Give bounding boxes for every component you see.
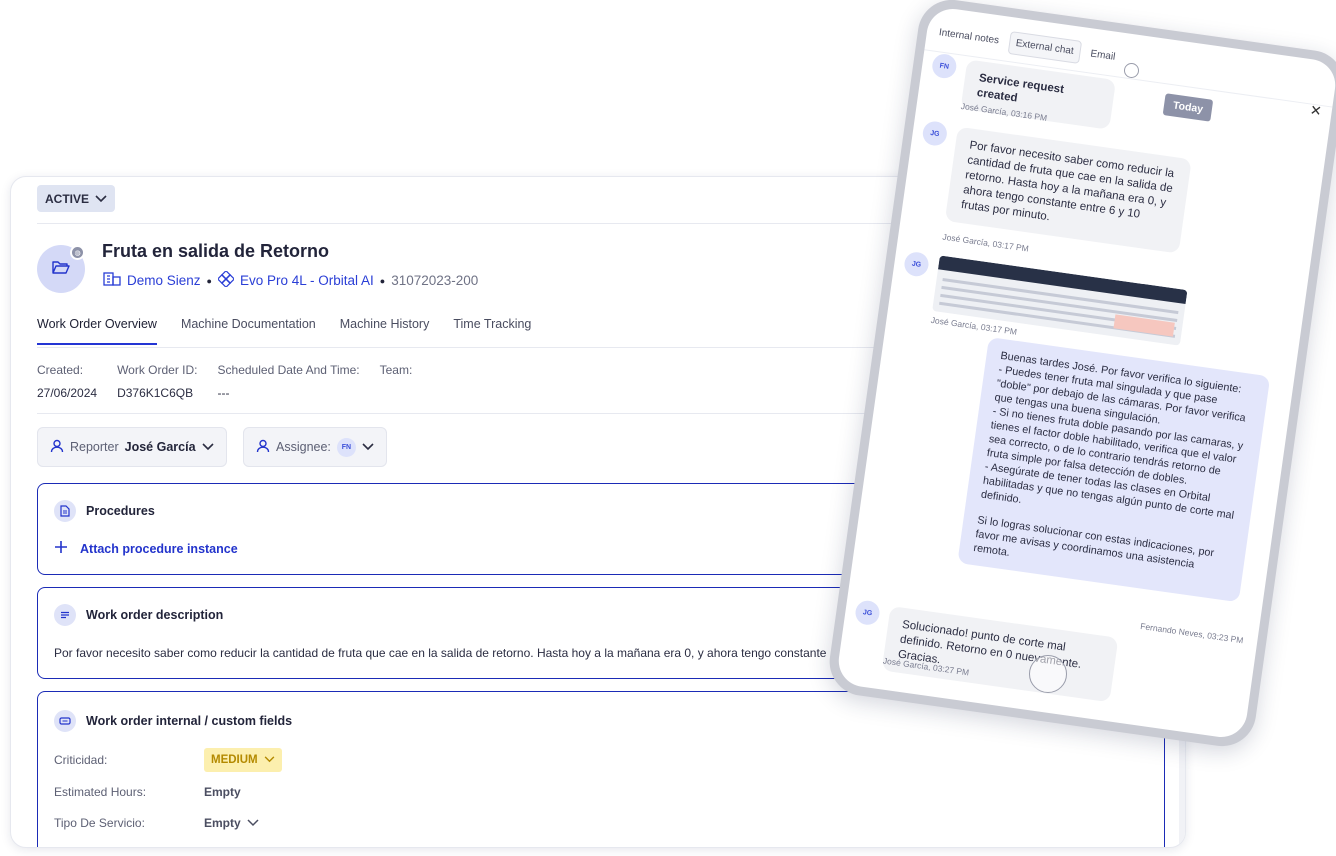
globe-badge-icon: ◍: [70, 245, 85, 260]
reporter-name: José García: [124, 440, 196, 454]
tab-machine-documentation[interactable]: Machine Documentation: [181, 317, 316, 345]
chat-message: Solucionado! punto de corte mal definido…: [881, 605, 1119, 703]
field-tipo-de-servicio: Tipo De Servicio: Empty: [54, 816, 259, 830]
attach-procedure-label: Attach procedure instance: [80, 541, 238, 556]
user-icon: [50, 439, 64, 456]
chevron-down-icon: [95, 192, 107, 206]
phone-mockup: Internal notes External chat Email ✕ FN …: [825, 0, 1336, 751]
avatar: FN: [930, 52, 958, 80]
description-header: Work order description: [54, 604, 223, 626]
attachment-thumbnail[interactable]: [932, 255, 1188, 346]
touch-indicator: [1124, 63, 1139, 78]
created-value: 27/06/2024: [37, 386, 98, 400]
field-label: Estimated Hours:: [54, 785, 147, 799]
plus-icon: [54, 540, 68, 557]
folder-open-icon: [52, 259, 70, 280]
estimated-hours-value[interactable]: Empty: [204, 785, 241, 799]
work-order-breadcrumb: Demo Sienz ● Evo Pro 4L - Orbital AI ● 3…: [103, 269, 479, 290]
chevron-down-icon: [362, 440, 374, 454]
message-timestamp: Fernando Neves, 03:23 PM: [1139, 620, 1245, 646]
procedures-title: Procedures: [86, 504, 155, 518]
touch-indicator: [1029, 655, 1067, 693]
machine-link[interactable]: Evo Pro 4L - Orbital AI: [240, 273, 374, 288]
chevron-down-icon: [201, 440, 214, 454]
field-label: Tipo De Servicio:: [54, 816, 145, 830]
tipo-de-servicio-value: Empty: [204, 816, 241, 830]
phone-screen: Internal notes External chat Email ✕ FN …: [835, 5, 1336, 741]
status-label: ACTIVE: [45, 191, 90, 206]
description-text: Por favor necesito saber como reducir la…: [54, 646, 827, 660]
custom-fields-header: Work order internal / custom fields: [54, 710, 292, 732]
field-criticidad: Criticidad: MEDIUM: [54, 748, 282, 772]
tab-time-tracking[interactable]: Time Tracking: [453, 317, 531, 345]
chat-message-reply: Buenas tardes José. Por favor verifica l…: [957, 337, 1271, 603]
tab-external-chat[interactable]: External chat: [1007, 31, 1083, 64]
work-order-id-label: Work Order ID:: [117, 363, 198, 377]
avatar: JG: [853, 599, 882, 627]
message-timestamp: José García, 03:17 PM: [941, 231, 1030, 254]
tipo-de-servicio-dropdown[interactable]: Empty: [204, 816, 259, 830]
chevron-down-icon: [264, 754, 275, 766]
text-lines-icon: [54, 604, 76, 626]
tab-internal-notes[interactable]: Internal notes: [938, 27, 1000, 46]
chat-message: Por favor necesito saber como reducir la…: [944, 126, 1192, 254]
criticidad-dropdown[interactable]: MEDIUM: [204, 748, 282, 772]
tab-machine-history[interactable]: Machine History: [340, 317, 430, 345]
tab-email[interactable]: Email: [1090, 48, 1116, 62]
document-icon: [54, 500, 76, 522]
avatar: JG: [921, 119, 949, 148]
tab-work-order-overview[interactable]: Work Order Overview: [37, 317, 157, 345]
team-label: Team:: [379, 363, 413, 377]
chevron-down-icon: [247, 816, 259, 830]
work-order-id-value: D376K1C6QB: [117, 386, 194, 400]
company-link[interactable]: Demo Sienz: [127, 273, 201, 288]
assignee-dropdown[interactable]: Assignee: FN: [243, 427, 387, 467]
scheduled-label: Scheduled Date And Time:: [217, 363, 360, 377]
machine-icon: [216, 269, 236, 290]
tab-bar: Work Order Overview Machine Documentatio…: [37, 317, 531, 345]
separator-dot: ●: [206, 275, 212, 286]
custom-fields-title: Work order internal / custom fields: [86, 714, 293, 728]
today-divider: Today: [1162, 93, 1214, 122]
assignee-label: Assignee:: [276, 440, 331, 454]
scheduled-value: ---: [217, 386, 230, 400]
user-icon: [256, 439, 270, 456]
work-order-meta: Created: 27/06/2024 Work Order ID: D376K…: [37, 363, 412, 400]
status-dropdown[interactable]: ACTIVE: [37, 185, 116, 212]
building-icon: [103, 272, 121, 289]
input-field-icon: [54, 710, 76, 732]
created-label: Created:: [37, 363, 84, 377]
avatar: JG: [902, 250, 931, 278]
separator-dot: ●: [379, 275, 386, 286]
chat-tabs: Internal notes External chat Email: [937, 21, 1116, 69]
reporter-dropdown[interactable]: Reporter José García: [37, 427, 227, 467]
reporter-label: Reporter: [70, 440, 119, 454]
criticidad-value: MEDIUM: [211, 754, 258, 766]
description-title: Work order description: [86, 608, 224, 622]
work-order-avatar: ◍: [37, 245, 85, 293]
work-order-code: 31072023-200: [391, 273, 479, 288]
assignee-avatar: FN: [336, 437, 356, 457]
field-estimated-hours: Estimated Hours: Empty: [54, 785, 241, 799]
page-title: Fruta en salida de Retorno: [102, 241, 330, 261]
field-label: Criticidad:: [54, 753, 108, 767]
attach-procedure-button[interactable]: Attach procedure instance: [54, 540, 238, 557]
procedures-header: Procedures: [54, 500, 155, 522]
